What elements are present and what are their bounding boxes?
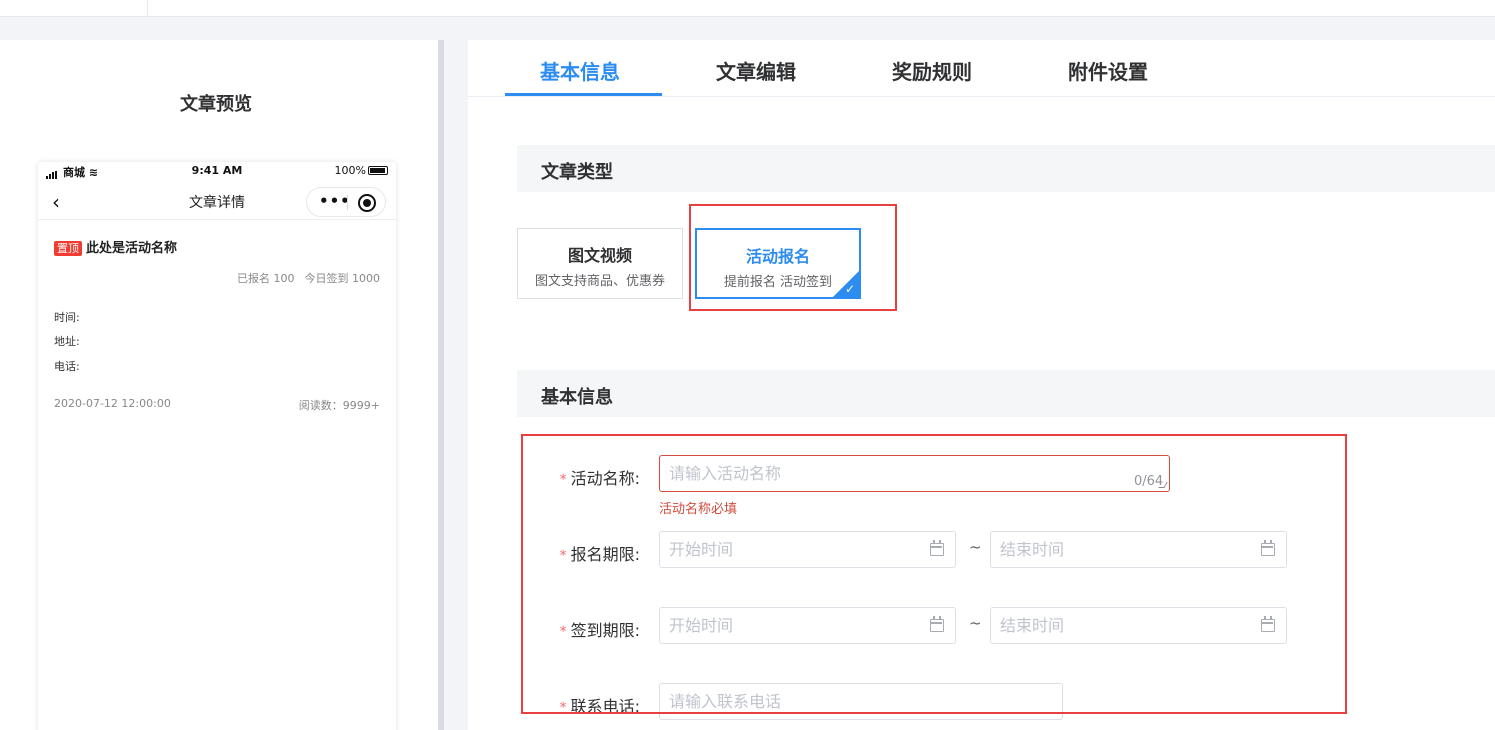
- top-bar: [0, 0, 1495, 17]
- calendar-icon[interactable]: [1261, 540, 1275, 556]
- read-count: 阅读数：9999+: [298, 399, 380, 412]
- capsule-divider: [347, 195, 348, 210]
- checkin-period-label: * 签到期限:: [490, 617, 640, 641]
- article-stats: 已报名 100 今日签到 1000: [237, 270, 380, 286]
- activity-name-preview: 此处是活动名称: [86, 241, 178, 256]
- battery-icon: [368, 166, 388, 175]
- tab-article-edit[interactable]: 文章编辑: [716, 56, 796, 85]
- calendar-icon[interactable]: [930, 540, 944, 556]
- type-card-image-video[interactable]: 图文视频 图文支持商品、优惠券: [517, 228, 683, 299]
- calendar-icon[interactable]: [930, 616, 944, 632]
- section-title: 基本信息: [541, 387, 613, 408]
- phone-nav-bar: ‹ 文章详情 •••: [38, 184, 396, 220]
- activity-name-input[interactable]: [659, 455, 1170, 492]
- type-card-desc: 图文支持商品、优惠券: [534, 274, 665, 289]
- preview-panel: 文章预览 商城 ≋ 9:41 AM 100% ‹ 文章详情 ••• 置顶 此处是活…: [0, 40, 438, 730]
- tab-reward-rules[interactable]: 奖励规则: [892, 56, 972, 85]
- phone-status-bar: 商城 ≋ 9:41 AM 100%: [38, 162, 396, 180]
- target-icon[interactable]: [358, 194, 376, 212]
- section-title: 文章类型: [541, 162, 613, 183]
- tab-basic-info[interactable]: 基本信息: [540, 56, 620, 85]
- label-text: 活动名称:: [570, 469, 640, 488]
- type-card-title: 活动报名: [745, 247, 810, 266]
- preview-title: 文章预览: [180, 94, 252, 115]
- phone-label: * 联系电话:: [490, 693, 640, 717]
- check-icon: ✓: [844, 282, 855, 296]
- signup-end-input[interactable]: [1000, 532, 1250, 567]
- signup-end-picker[interactable]: [990, 531, 1287, 568]
- checkin-start-picker[interactable]: [659, 607, 956, 644]
- section-basic-info: 基本信息: [517, 370, 1495, 417]
- signup-start-input[interactable]: [669, 532, 919, 567]
- required-mark: *: [559, 548, 567, 564]
- pinned-badge: 置顶: [54, 241, 82, 256]
- mini-program-capsule[interactable]: •••: [306, 187, 386, 217]
- checkin-end-input[interactable]: [1000, 608, 1250, 643]
- calendar-icon[interactable]: [1261, 616, 1275, 632]
- range-separator: ~: [969, 538, 982, 556]
- checkin-count: 今日签到 1000: [304, 272, 381, 285]
- info-address: 地址:: [54, 335, 80, 348]
- activity-name-label: * 活动名称:: [490, 465, 640, 489]
- label-text: 联系电话:: [570, 697, 640, 716]
- signed-count: 已报名 100: [237, 272, 295, 285]
- battery-label: 100%: [334, 164, 366, 177]
- panel-splitter[interactable]: [438, 40, 444, 730]
- tab-active-indicator: [505, 93, 662, 96]
- activity-name-error: 活动名称必填: [659, 502, 738, 517]
- top-bar-divider: [147, 0, 148, 16]
- tab-attachment-settings[interactable]: 附件设置: [1068, 56, 1148, 85]
- range-separator: ~: [969, 614, 982, 632]
- type-card-title: 图文视频: [567, 246, 632, 265]
- info-phone: 电话:: [54, 360, 80, 373]
- article-heading: 置顶 此处是活动名称: [54, 237, 177, 256]
- required-mark: *: [559, 700, 567, 716]
- type-card-activity-signup[interactable]: 活动报名 提前报名 活动签到 ✓: [695, 228, 861, 299]
- status-battery: 100%: [335, 164, 388, 177]
- phone-input[interactable]: [659, 683, 1063, 720]
- signup-start-picker[interactable]: [659, 531, 956, 568]
- label-text: 报名期限:: [570, 545, 640, 564]
- section-article-type: 文章类型: [517, 145, 1495, 192]
- required-mark: *: [559, 472, 567, 488]
- checkin-start-input[interactable]: [669, 608, 919, 643]
- more-dots-icon[interactable]: •••: [319, 192, 351, 210]
- phone-mockup: 商城 ≋ 9:41 AM 100% ‹ 文章详情 ••• 置顶 此处是活动名称 已…: [38, 162, 396, 730]
- editor-panel: 基本信息 文章编辑 奖励规则 附件设置 文章类型 图文视频 图文支持商品、优惠券…: [468, 40, 1495, 730]
- tab-bar: 基本信息 文章编辑 奖励规则 附件设置: [468, 40, 1495, 97]
- required-mark: *: [559, 624, 567, 640]
- label-text: 签到期限:: [570, 621, 640, 640]
- article-date: 2020-07-12 12:00:00: [54, 397, 171, 410]
- signup-period-label: * 报名期限:: [490, 541, 640, 565]
- checkin-end-picker[interactable]: [990, 607, 1287, 644]
- info-time: 时间:: [54, 311, 80, 324]
